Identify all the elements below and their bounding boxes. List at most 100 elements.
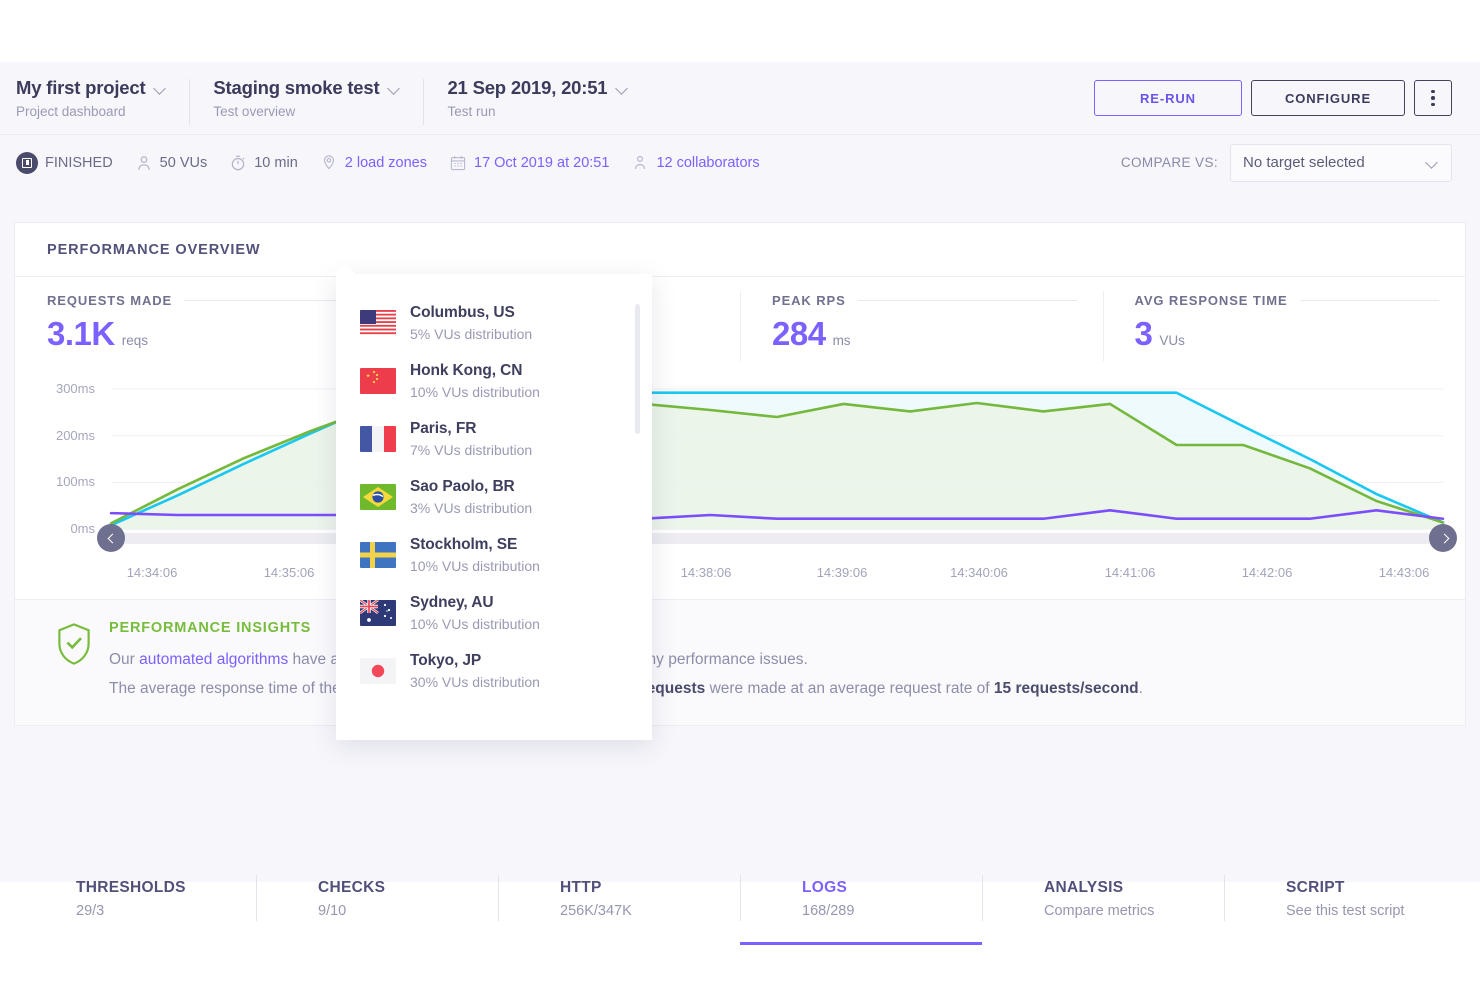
y-axis-tick-label: 300ms: [33, 381, 95, 396]
compare-control: COMPARE VS: No target selected: [1121, 144, 1452, 182]
load-zone-item[interactable]: Paris, FR7% VUs distribution: [336, 410, 652, 468]
breadcrumb-test[interactable]: Staging smoke test Test overview: [189, 77, 423, 119]
configure-button[interactable]: CONFIGURE: [1251, 80, 1405, 116]
breadcrumb-project-subtitle: Project dashboard: [16, 104, 167, 119]
chevron-left-icon[interactable]: [97, 524, 125, 552]
chart-scrollbar[interactable]: [111, 533, 1439, 544]
load-zone-text: Paris, FR7% VUs distribution: [410, 420, 532, 458]
flag-fr-icon: [360, 426, 396, 452]
tab-label: LOGS: [802, 879, 982, 897]
tab-checks[interactable]: CHECKS9/10: [256, 857, 498, 945]
status-badge: FINISHED: [16, 152, 113, 174]
stopwatch-icon: [229, 154, 247, 172]
load-zone-distribution: 10% VUs distribution: [410, 558, 540, 574]
load-zone-item[interactable]: Columbus, US5% VUs distribution: [336, 294, 652, 352]
stat-avg-response-time: AVG RESPONSE TIME 3 VUs: [1103, 293, 1466, 353]
breadcrumb-project-title: My first project: [16, 77, 145, 99]
breadcrumb-test-title: Staging smoke test: [213, 77, 379, 99]
performance-chart[interactable]: 0ms100ms200ms300ms 14:34:0614:35:0614:38…: [15, 369, 1465, 599]
flag-cn-icon: [360, 368, 396, 394]
load-zone-item[interactable]: Tokyo, JP 30% VUs distribution: [336, 642, 652, 700]
performance-overview-card: PERFORMANCE OVERVIEW REQUESTS MADE 3.1K …: [14, 222, 1466, 726]
breadcrumb-run-subtitle: Test run: [447, 104, 629, 119]
tab-sublabel: 168/289: [802, 903, 982, 919]
card-header: PERFORMANCE OVERVIEW: [15, 223, 1465, 277]
load-zone-item[interactable]: Sydney, AU 10% VUs distribution: [336, 584, 652, 642]
tab-http[interactable]: HTTP 256K/347K: [498, 857, 740, 945]
stat-unit: reqs: [122, 333, 148, 348]
meta-date-label: 17 Oct 2019 at 20:51: [474, 155, 609, 171]
load-zone-name: Tokyo, JP: [410, 652, 481, 669]
chevron-right-icon[interactable]: [1429, 524, 1457, 552]
chevron-down-icon[interactable]: [388, 82, 401, 95]
load-zone-distribution: 10% VUs distribution: [410, 616, 540, 632]
tab-logs[interactable]: LOGS 168/289: [740, 857, 982, 945]
dropdown-caret: [334, 264, 356, 275]
load-zone-name: Stockholm, SE: [410, 536, 517, 553]
load-zone-name: Sydney, AU: [410, 594, 493, 611]
x-axis-tick-label: 14:39:06: [817, 565, 868, 580]
x-axis-tick-label: 14:38:06: [681, 565, 732, 580]
tab-analysis[interactable]: ANALYSISCompare metrics: [982, 857, 1224, 945]
load-zone-distribution: 3% VUs distribution: [410, 500, 532, 516]
load-zone-text: Stockholm, SE 10% VUs distribution: [410, 536, 540, 574]
map-pin-icon: [320, 154, 338, 172]
y-axis-tick-label: 0ms: [33, 521, 95, 536]
collaborators-icon: [631, 154, 649, 172]
breadcrumb-run[interactable]: 21 Sep 2019, 20:51 Test run: [423, 77, 651, 119]
load-zone-item[interactable]: Honk Kong, CN 10% VUs distribution: [336, 352, 652, 410]
flag-se-icon: [360, 542, 396, 568]
stat-peak-rps: PEAK RPS 284 ms: [740, 293, 1103, 353]
x-axis-tick-label: 14:43:06: [1379, 565, 1430, 580]
rerun-button[interactable]: RE-RUN: [1094, 80, 1242, 116]
tab-thresholds[interactable]: THRESHOLDS29/3: [14, 857, 256, 945]
chevron-down-icon[interactable]: [154, 82, 167, 95]
more-vertical-icon[interactable]: [1414, 80, 1452, 116]
x-axis-tick-label: 14:34:06: [127, 565, 178, 580]
divider: [858, 300, 1077, 301]
user-icon: [135, 154, 153, 172]
stat-label: AVG RESPONSE TIME: [1135, 293, 1288, 308]
x-axis-tick-label: 14:41:06: [1105, 565, 1156, 580]
meta-duration: 10 min: [229, 154, 298, 172]
x-axis-tick-label: 14:35:06: [264, 565, 315, 580]
breadcrumb-run-title: 21 Sep 2019, 20:51: [447, 77, 607, 99]
tab-label: CHECKS: [318, 879, 498, 897]
tab-label: HTTP: [560, 879, 740, 897]
meta-bar: FINISHED 50 VUs 10 min 2 load zones: [0, 134, 1480, 190]
load-zone-distribution: 30% VUs distribution: [410, 674, 540, 690]
tab-sublabel: Compare metrics: [1044, 903, 1224, 919]
breadcrumb-project[interactable]: My first project Project dashboard: [16, 77, 189, 119]
automated-algorithms-link[interactable]: automated algorithms: [139, 651, 288, 668]
meta-collaborators[interactable]: 12 collaborators: [631, 154, 759, 172]
divider: [1300, 300, 1439, 301]
breadcrumb-test-subtitle: Test overview: [213, 104, 401, 119]
calendar-icon: [449, 154, 467, 172]
stat-unit: ms: [833, 333, 851, 348]
compare-target-value: No target selected: [1243, 154, 1365, 171]
load-zone-distribution: 10% VUs distribution: [410, 384, 540, 400]
load-zone-name: Columbus, US: [410, 304, 515, 321]
load-zone-text: Honk Kong, CN 10% VUs distribution: [410, 362, 540, 400]
load-zone-text: Sydney, AU 10% VUs distribution: [410, 594, 540, 632]
tab-script[interactable]: SCRIPTSee this test script: [1224, 857, 1466, 945]
tab-label: SCRIPT: [1286, 879, 1466, 897]
compare-target-select[interactable]: No target selected: [1230, 144, 1452, 182]
meta-duration-label: 10 min: [254, 155, 298, 171]
chevron-down-icon[interactable]: [1426, 156, 1439, 169]
stat-value: 3: [1135, 315, 1153, 353]
load-zone-item[interactable]: Sao Paolo, BR3% VUs distribution: [336, 468, 652, 526]
load-zone-name: Honk Kong, CN: [410, 362, 522, 379]
meta-date[interactable]: 17 Oct 2019 at 20:51: [449, 154, 609, 172]
scrollbar-thumb[interactable]: [635, 304, 640, 434]
load-zone-item[interactable]: Stockholm, SE 10% VUs distribution: [336, 526, 652, 584]
chevron-down-icon[interactable]: [616, 82, 629, 95]
meta-load-zones[interactable]: 2 load zones: [320, 154, 427, 172]
y-axis-tick-label: 200ms: [33, 428, 95, 443]
stat-value: 284: [772, 315, 826, 353]
tab-sublabel: 256K/347K: [560, 903, 740, 919]
load-zones-dropdown[interactable]: Columbus, US5% VUs distribution Honk Kong…: [336, 274, 652, 740]
meta-collaborators-label: 12 collaborators: [656, 155, 759, 171]
meta-load-zones-label: 2 load zones: [345, 155, 427, 171]
performance-insights: PERFORMANCE INSIGHTS Our automated algor…: [15, 599, 1465, 725]
